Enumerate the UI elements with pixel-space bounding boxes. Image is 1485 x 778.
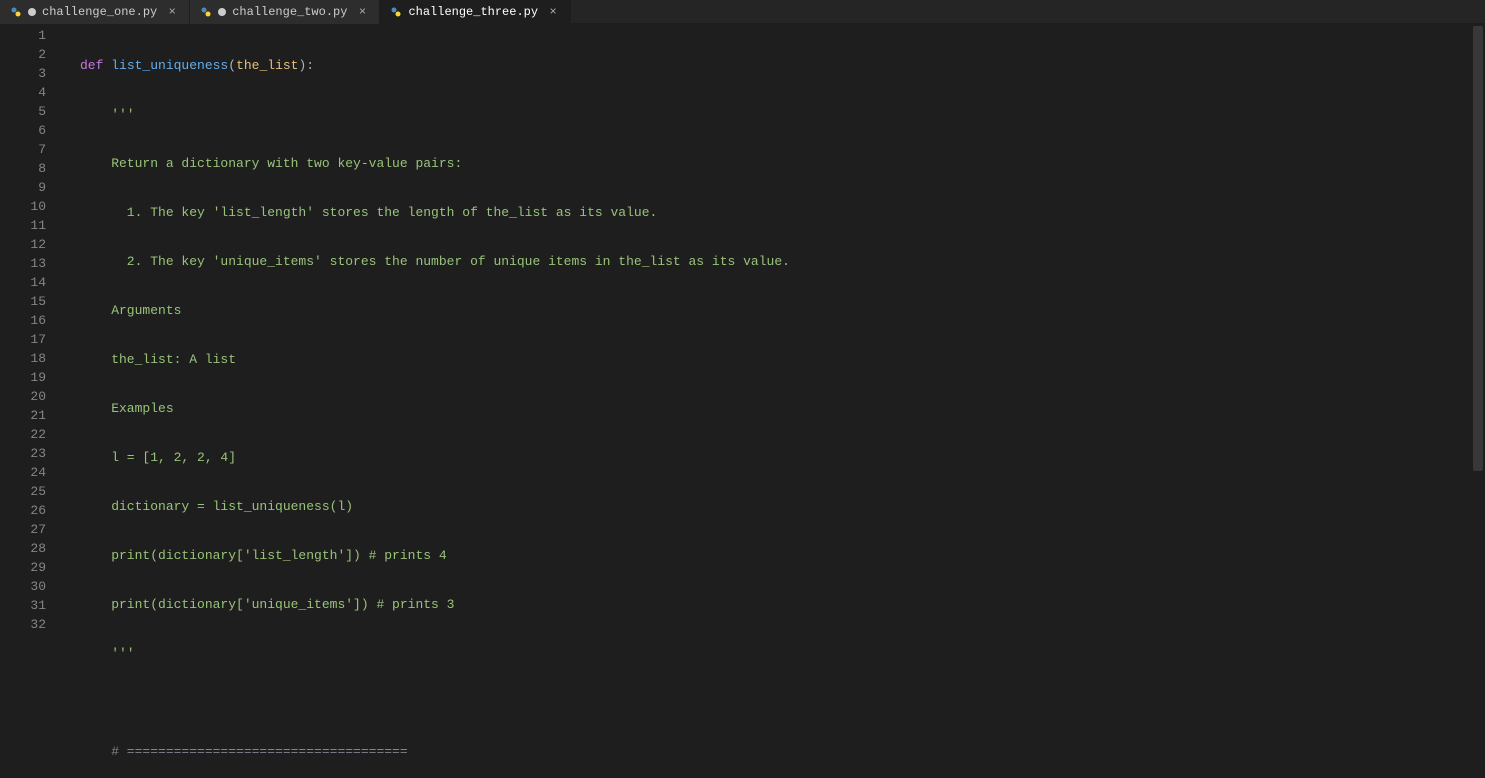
line-number: 8	[0, 159, 64, 178]
line-number: 1	[0, 26, 64, 45]
line-number: 19	[0, 368, 64, 387]
line-number: 16	[0, 311, 64, 330]
line-number: 29	[0, 558, 64, 577]
line-number: 3	[0, 64, 64, 83]
line-number: 24	[0, 463, 64, 482]
tab-challenge-one[interactable]: challenge_one.py ×	[0, 0, 190, 24]
line-number: 25	[0, 482, 64, 501]
line-number-gutter: 1234567891011121314151617181920212223242…	[0, 24, 64, 778]
close-icon[interactable]: ×	[355, 5, 369, 19]
line-number: 9	[0, 178, 64, 197]
unsaved-dot-icon	[28, 8, 36, 16]
tab-challenge-three[interactable]: challenge_three.py ×	[380, 0, 571, 24]
line-number: 20	[0, 387, 64, 406]
line-number: 14	[0, 273, 64, 292]
tab-label: challenge_three.py	[408, 5, 538, 19]
close-icon[interactable]: ×	[546, 5, 560, 19]
line-number: 10	[0, 197, 64, 216]
close-icon[interactable]: ×	[165, 5, 179, 19]
python-file-icon	[390, 6, 402, 18]
line-number: 30	[0, 577, 64, 596]
line-number: 26	[0, 501, 64, 520]
line-number: 21	[0, 406, 64, 425]
unsaved-dot-icon	[218, 8, 226, 16]
line-number: 31	[0, 596, 64, 615]
line-number: 23	[0, 444, 64, 463]
code-area[interactable]: def list_uniqueness(the_list): ''' Retur…	[64, 24, 1485, 778]
line-number: 2	[0, 45, 64, 64]
python-file-icon	[10, 6, 22, 18]
line-number: 7	[0, 140, 64, 159]
line-number: 13	[0, 254, 64, 273]
line-number: 5	[0, 102, 64, 121]
tab-label: challenge_two.py	[232, 5, 347, 19]
tab-label: challenge_one.py	[42, 5, 157, 19]
line-number: 18	[0, 349, 64, 368]
line-number: 4	[0, 83, 64, 102]
line-number: 6	[0, 121, 64, 140]
scrollbar-vertical[interactable]	[1473, 26, 1483, 471]
line-number: 28	[0, 539, 64, 558]
line-number: 15	[0, 292, 64, 311]
code-editor[interactable]: 1234567891011121314151617181920212223242…	[0, 24, 1485, 778]
python-file-icon	[200, 6, 212, 18]
line-number: 17	[0, 330, 64, 349]
tab-bar: challenge_one.py × challenge_two.py × ch…	[0, 0, 1485, 24]
line-number: 11	[0, 216, 64, 235]
line-number: 27	[0, 520, 64, 539]
line-number: 32	[0, 615, 64, 634]
tab-challenge-two[interactable]: challenge_two.py ×	[190, 0, 380, 24]
line-number: 22	[0, 425, 64, 444]
line-number: 12	[0, 235, 64, 254]
